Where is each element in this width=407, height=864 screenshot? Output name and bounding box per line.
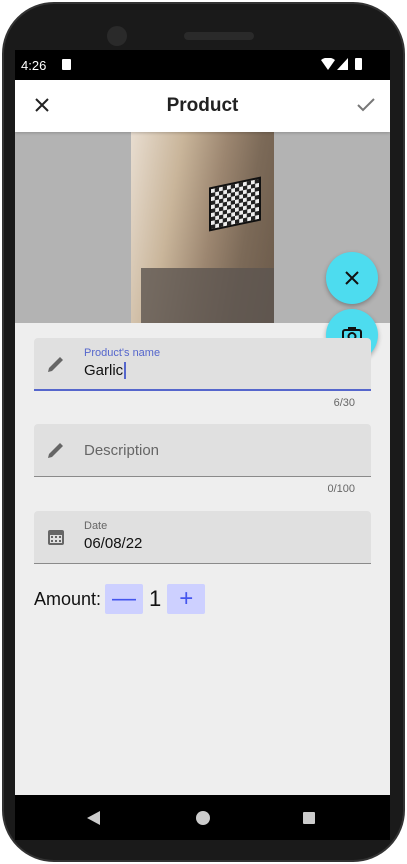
home-icon[interactable]	[196, 811, 210, 825]
remove-photo-button[interactable]	[326, 252, 378, 304]
battery-icon	[355, 58, 362, 70]
description-placeholder: Description	[84, 442, 160, 459]
page-title: Product	[166, 95, 239, 116]
decrement-button[interactable]: —	[105, 584, 144, 614]
name-counter: 6/30	[333, 397, 355, 409]
date-field[interactable]: Date 06/08/22	[34, 511, 371, 564]
signal-icon	[337, 58, 348, 70]
product-name-label: Product's name	[84, 347, 161, 359]
increment-button[interactable]: +	[167, 584, 206, 614]
description-counter: 0/100	[327, 483, 355, 495]
product-name-value: Garlic	[84, 362, 127, 379]
date-label: Date	[84, 520, 108, 532]
back-icon[interactable]	[87, 811, 101, 825]
navigation-bar	[15, 795, 390, 840]
product-name-field[interactable]: Product's name Garlic	[34, 338, 371, 391]
status-time: 4:26	[21, 58, 47, 73]
app-bar: Product	[15, 80, 390, 132]
close-icon	[345, 271, 359, 285]
calendar-icon	[48, 530, 64, 545]
amount-label: Amount:	[34, 588, 102, 609]
description-field[interactable]: Description	[34, 424, 371, 477]
pencil-icon	[48, 443, 63, 458]
product-photo	[131, 132, 274, 323]
pencil-icon	[48, 357, 63, 372]
date-value: 06/08/22	[84, 535, 143, 552]
amount-row: Amount: — 1 +	[34, 584, 206, 614]
front-camera	[107, 26, 127, 46]
status-bar: 4:26	[15, 50, 390, 80]
recents-icon[interactable]	[303, 812, 315, 824]
sd-card-icon	[62, 59, 71, 70]
screen: 4:26 Product Product's name Garlic 6/30 …	[15, 50, 390, 840]
check-icon[interactable]	[357, 97, 375, 113]
image-area	[15, 132, 390, 361]
amount-value: 1	[149, 586, 162, 611]
speaker	[184, 32, 254, 40]
wifi-icon	[321, 58, 335, 70]
